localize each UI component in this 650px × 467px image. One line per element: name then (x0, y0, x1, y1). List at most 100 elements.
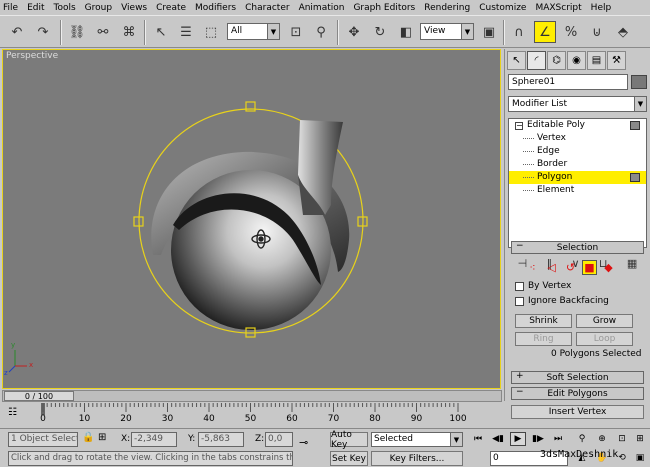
reference-coordinate-dropdown[interactable]: View ▼ (420, 23, 474, 40)
select-and-manipulate-icon[interactable]: ⊡ (285, 21, 307, 43)
go-to-start-icon[interactable]: ⏮ (470, 432, 486, 446)
select-and-move-icon[interactable]: ✥ (343, 21, 365, 43)
menu-edit[interactable]: Edit (27, 3, 44, 13)
absolute-mode-transform-icon[interactable]: ⊞ (98, 432, 106, 443)
zoom-extents-all-icon[interactable]: ⊞ (632, 432, 648, 446)
auto-key-button[interactable]: Auto Key (330, 430, 368, 450)
loop-button[interactable]: Loop (576, 332, 633, 346)
key-mode-dropdown[interactable]: Selected ▼ (371, 432, 463, 447)
stack-subobject-element[interactable]: Element (509, 184, 646, 197)
element-mode-icon[interactable]: ◆ (601, 260, 616, 275)
viewport-canvas (8, 101, 368, 373)
hierarchy-tab-icon[interactable]: ⌬ (547, 51, 566, 70)
menu-help[interactable]: Help (591, 3, 612, 13)
maximize-viewport-icon[interactable]: ▣ (632, 451, 648, 465)
by-vertex-checkbox[interactable]: By Vertex (515, 281, 571, 291)
edge-mode-icon[interactable]: ◁ (544, 260, 559, 275)
polygon-mode-icon[interactable]: ■ (582, 259, 597, 275)
border-mode-icon[interactable]: ↺ (563, 260, 578, 275)
object-color-swatch[interactable] (631, 75, 647, 89)
motion-tab-icon[interactable]: ◉ (567, 51, 586, 70)
menu-character[interactable]: Character (245, 3, 289, 13)
select-object-icon[interactable]: ↖ (150, 21, 172, 43)
menu-maxscript[interactable]: MAXScript (535, 3, 581, 13)
chevron-down-icon: ▼ (450, 433, 462, 446)
key-filters-button[interactable]: Key Filters... (371, 451, 463, 466)
angle-snap-icon[interactable]: ∠ (534, 21, 556, 43)
select-by-name-icon[interactable]: ☰ (175, 21, 197, 43)
select-and-scale-icon[interactable]: ◧ (395, 21, 417, 43)
create-tab-icon[interactable]: ↖ (507, 51, 526, 70)
soft-selection-rollout-header[interactable]: + Soft Selection (511, 371, 644, 384)
edit-polygons-rollout-header[interactable]: − Edit Polygons (511, 387, 644, 400)
z-coordinate-field[interactable]: 0,0 (265, 432, 293, 447)
unlink-selection-icon[interactable]: ⚯ (92, 21, 114, 43)
insert-vertex-button[interactable]: Insert Vertex (511, 405, 644, 419)
perspective-viewport[interactable]: Perspective y x z (2, 49, 501, 389)
selection-rollout-header[interactable]: − Selection (511, 241, 644, 254)
checkbox-box[interactable] (515, 296, 524, 306)
configure-modifier-sets-icon[interactable]: ▦ (627, 257, 637, 270)
x-coordinate-field[interactable]: -2,349 (131, 432, 177, 447)
select-and-rotate-icon[interactable]: ↻ (369, 21, 391, 43)
y-coordinate-field[interactable]: -5,863 (198, 432, 244, 447)
time-slider[interactable]: 0 / 100 (4, 391, 74, 401)
go-to-end-icon[interactable]: ⏭ (550, 432, 566, 446)
selection-filter-dropdown[interactable]: All ▼ (227, 23, 280, 40)
modifier-list-dropdown[interactable]: Modifier List ▼ (508, 96, 647, 112)
modify-tab-icon[interactable]: ◜ (527, 51, 546, 70)
ignore-backfacing-checkbox[interactable]: Ignore Backfacing (515, 296, 609, 306)
snaps-toggle-icon[interactable]: ∩ (508, 21, 530, 43)
spinner-snap-icon[interactable]: ⊍ (586, 21, 608, 43)
lock-selection-icon[interactable]: 🔒 (82, 432, 94, 443)
stack-subobject-toggle-icon[interactable] (630, 173, 640, 182)
key-mode-icon[interactable]: ⊸ (299, 436, 308, 449)
redo-icon[interactable]: ↷ (32, 21, 54, 43)
stack-toggle-icon[interactable] (630, 121, 640, 130)
watermark-text: 3dsMaxDeshnik (540, 449, 619, 460)
menu-group[interactable]: Group (85, 3, 112, 13)
checkbox-box[interactable] (515, 281, 524, 291)
menu-views[interactable]: Views (121, 3, 147, 13)
menu-graph-editors[interactable]: Graph Editors (353, 3, 415, 13)
named-selection-sets-icon[interactable]: ⬘ (612, 21, 634, 43)
menu-modifiers[interactable]: Modifiers (195, 3, 236, 13)
shrink-button[interactable]: Shrink (515, 314, 572, 328)
menu-animation[interactable]: Animation (299, 3, 345, 13)
utilities-tab-icon[interactable]: ⚒ (607, 51, 626, 70)
zoom-icon[interactable]: ⚲ (574, 432, 590, 446)
menu-tools[interactable]: Tools (54, 3, 76, 13)
track-tick-labels: 0 10 20 30 40 50 60 70 80 90 100 (2, 403, 502, 427)
bind-to-space-warp-icon[interactable]: ⌘ (118, 21, 140, 43)
menu-rendering[interactable]: Rendering (424, 3, 470, 13)
menu-customize[interactable]: Customize (479, 3, 526, 13)
previous-frame-icon[interactable]: ◀▮ (490, 432, 506, 446)
stack-item-editable-poly[interactable]: − Editable Poly (509, 119, 646, 132)
undo-icon[interactable]: ↶ (6, 21, 28, 43)
display-tab-icon[interactable]: ▤ (587, 51, 606, 70)
time-slider-track[interactable]: 0 / 100 (2, 390, 502, 402)
rectangular-selection-icon[interactable]: ⬚ (200, 21, 222, 43)
set-key-button[interactable]: Set Key (330, 451, 368, 466)
window-crossing-icon[interactable]: ⚲ (310, 21, 332, 43)
object-name-field[interactable]: Sphere01 (508, 74, 628, 90)
percent-snap-icon[interactable]: % (560, 21, 582, 43)
menu-file[interactable]: File (3, 3, 18, 13)
collapse-icon[interactable]: − (515, 122, 523, 130)
stack-subobject-polygon[interactable]: Polygon (509, 171, 646, 184)
subobject-level-buttons: ⁖ ◁ ↺ ■ ◆ (525, 259, 620, 275)
select-and-link-icon[interactable]: ⛓ (66, 21, 88, 43)
stack-subobject-vertex[interactable]: Vertex (509, 132, 646, 145)
stack-subobject-border[interactable]: Border (509, 158, 646, 171)
zoom-extents-icon[interactable]: ⊡ (614, 432, 630, 446)
use-pivot-point-center-icon[interactable]: ▣ (478, 21, 500, 43)
menu-create[interactable]: Create (156, 3, 186, 13)
tick-label: 60 (286, 414, 298, 424)
ring-button[interactable]: Ring (515, 332, 572, 346)
stack-subobject-edge[interactable]: Edge (509, 145, 646, 158)
grow-button[interactable]: Grow (576, 314, 633, 328)
play-icon[interactable]: ▶ (510, 432, 526, 446)
zoom-all-icon[interactable]: ⊕ (594, 432, 610, 446)
next-frame-icon[interactable]: ▮▶ (530, 432, 546, 446)
vertex-mode-icon[interactable]: ⁖ (525, 260, 540, 275)
